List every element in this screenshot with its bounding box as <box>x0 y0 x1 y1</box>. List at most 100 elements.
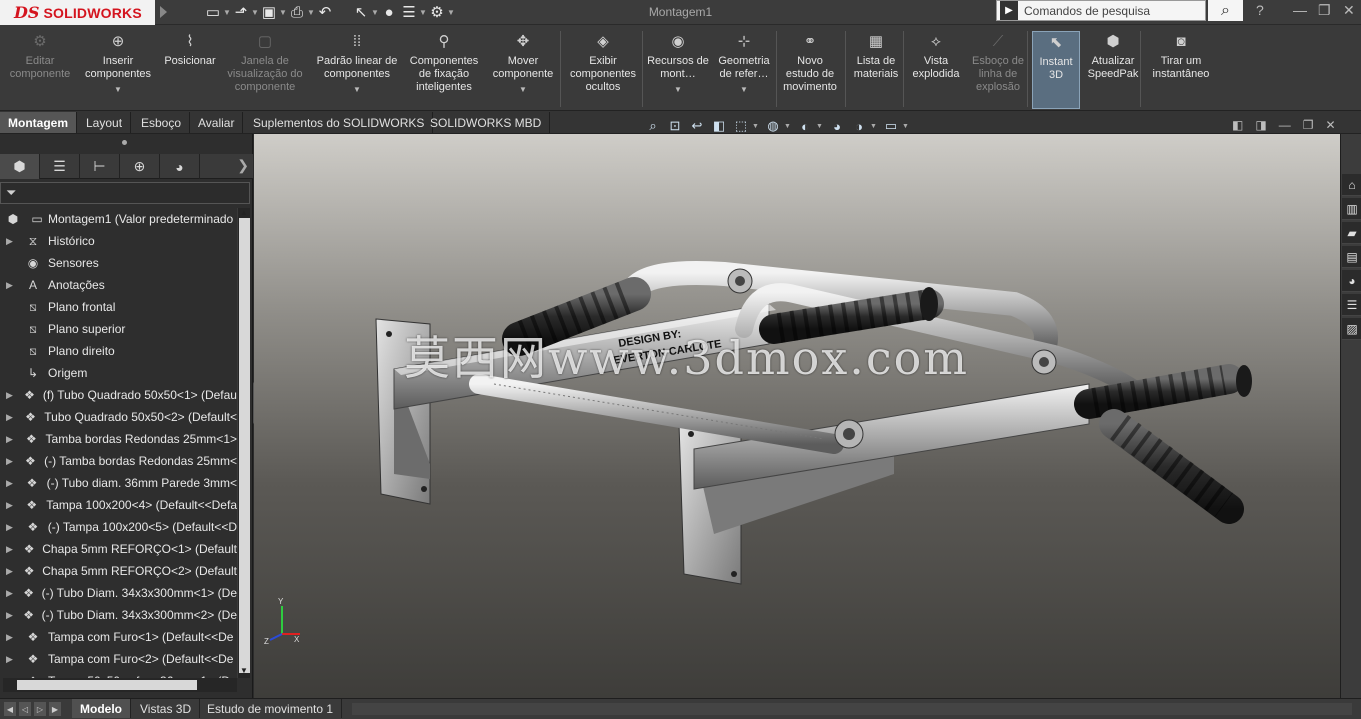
expand-arrow-icon[interactable]: ▶ <box>6 588 14 599</box>
tree-item[interactable]: ◉ Sensores <box>0 252 237 274</box>
tab-1[interactable]: Layout <box>78 112 132 133</box>
panel-left-icon[interactable]: ◧ <box>1232 118 1243 132</box>
bottom-tab-0[interactable]: Modelo <box>72 699 131 718</box>
dropdown-caret-icon[interactable]: ▼ <box>816 123 826 130</box>
last-tab-icon[interactable]: ▶ <box>49 702 61 716</box>
dropdown-caret-icon[interactable]: ▼ <box>371 8 379 17</box>
hscroll-thumb[interactable] <box>17 680 197 690</box>
dropdown-caret-icon[interactable]: ▼ <box>251 8 259 17</box>
dropdown-caret-icon[interactable]: ▼ <box>419 8 427 17</box>
exploded-view-button[interactable]: ⟡ Vista explodida <box>906 31 966 109</box>
tree-horizontal-scrollbar[interactable] <box>3 678 237 692</box>
view-palette-icon[interactable]: ▤ <box>1342 246 1361 268</box>
tab-4[interactable]: Suplementos do SOLIDWORKS <box>245 112 434 133</box>
undo-icon[interactable]: ↶ <box>315 2 335 22</box>
bottom-tab-2[interactable]: Estudo de movimento 1 <box>199 699 343 718</box>
tree-item[interactable]: ▶ ❖ Tampa 100x200<4> (Default<<Defa <box>0 494 237 516</box>
tree-item[interactable]: ▶ ❖ (-) Tamba bordas Redondas 25mm< <box>0 450 237 472</box>
scroll-up-icon[interactable]: ▲ <box>240 208 248 217</box>
dropdown-caret-icon[interactable]: ▼ <box>740 83 748 96</box>
tree-item[interactable]: ⧅ Plano frontal <box>0 296 237 318</box>
dropdown-caret-icon[interactable]: ▼ <box>114 83 122 96</box>
configuration-manager-tab[interactable]: ⊢ <box>80 154 120 179</box>
reference-geometry-button[interactable]: ⊹ Geometria de refer… ▼ <box>712 31 776 109</box>
tree-item[interactable]: ▶ ❖ Tampa com Furo<2> (Default<<De <box>0 648 237 670</box>
help-icon[interactable]: ? <box>1256 2 1264 18</box>
bottom-tab-1[interactable]: Vistas 3D <box>132 699 201 718</box>
edit-component-button[interactable]: ⚙ Editar componente <box>4 31 76 109</box>
dropdown-caret-icon[interactable]: ▼ <box>353 83 361 96</box>
expand-arrow-icon[interactable]: ▶ <box>6 544 14 555</box>
design-library-icon[interactable]: ▥ <box>1342 198 1361 220</box>
dropdown-caret-icon[interactable]: ▼ <box>447 8 455 17</box>
hide-show-items-icon[interactable]: ◐ <box>794 117 816 135</box>
tree-item[interactable]: ▶ ❖ Chapa 5mm REFORÇO<1> (Default <box>0 538 237 560</box>
rebuild-icon[interactable]: ● <box>379 2 399 22</box>
tree-root-assembly[interactable]: ⬢ ▭ Montagem1 (Valor predeterminado <box>0 208 237 230</box>
forum-icon[interactable]: ▨ <box>1342 318 1361 340</box>
instant-3d-button[interactable]: ⬉ Instant 3D <box>1032 31 1080 109</box>
dropdown-caret-icon[interactable]: ▼ <box>870 123 880 130</box>
open-icon[interactable]: ⬏ <box>231 2 251 22</box>
graphics-area[interactable]: DESIGN BY: EVERTON CARLOTE 莫西网www.3dmox.… <box>254 134 1340 698</box>
save-icon[interactable]: ▣ <box>259 2 279 22</box>
panel-splitter-handle[interactable] <box>122 140 127 145</box>
tree-item[interactable]: ▶ ❖ Tubo Quadrado 50x50<2> (Default< <box>0 406 237 428</box>
insert-components-button[interactable]: ⊕ Inserir componentes ▼ <box>80 31 156 109</box>
print-icon[interactable]: ⎙ <box>287 2 307 22</box>
move-component-button[interactable]: ✥ Mover componente ▼ <box>492 31 554 109</box>
viewport-close-icon[interactable]: ✕ <box>1325 118 1335 132</box>
dropdown-caret-icon[interactable]: ▼ <box>307 8 315 17</box>
tree-item[interactable]: ⧅ Plano direito <box>0 340 237 362</box>
next-tab-icon[interactable]: ▷ <box>34 702 46 716</box>
dropdown-caret-icon[interactable]: ▼ <box>519 83 527 96</box>
menu-expand-arrow-icon[interactable] <box>160 6 167 18</box>
bottom-scrollbar[interactable] <box>352 703 1352 715</box>
display-manager-tab[interactable]: ◕ <box>160 154 200 179</box>
first-tab-icon[interactable]: ◀ <box>4 702 16 716</box>
section-view-icon[interactable]: ◧ <box>708 117 730 135</box>
scroll-thumb[interactable] <box>239 218 250 673</box>
apply-scene-icon[interactable]: ◑ <box>848 117 870 135</box>
display-style-icon[interactable]: ◍ <box>762 117 784 135</box>
tree-item[interactable]: ▶ ⧖ Histórico <box>0 230 237 252</box>
new-document-icon[interactable]: ▭ <box>203 2 223 22</box>
scroll-down-icon[interactable]: ▼ <box>240 666 248 675</box>
expand-arrow-icon[interactable]: ▶ <box>6 522 16 533</box>
property-manager-tab[interactable]: ☰ <box>40 154 80 179</box>
expand-arrow-icon[interactable]: ▶ <box>6 390 14 401</box>
new-motion-study-button[interactable]: ⚭ Novo estudo de movimento <box>780 31 840 109</box>
update-speedpak-button[interactable]: ⬢ Atualizar SpeedPak <box>1084 31 1142 109</box>
edit-appearance-icon[interactable]: ◕ <box>826 117 848 135</box>
expand-arrow-icon[interactable]: ▶ <box>6 478 16 489</box>
show-hidden-components-button[interactable]: ◈ Exibir componentes ocultos <box>564 31 642 109</box>
expand-arrow-icon[interactable]: ▶ <box>6 566 14 577</box>
dropdown-caret-icon[interactable]: ▼ <box>752 123 762 130</box>
assembly-features-button[interactable]: ◉ Recursos de mont… ▼ <box>646 31 710 109</box>
tab-0[interactable]: Montagem <box>0 112 77 133</box>
appearances-scenes-icon[interactable]: ◕ <box>1342 270 1361 292</box>
solidworks-resources-icon[interactable]: ⌂ <box>1342 174 1361 196</box>
dropdown-caret-icon[interactable]: ▼ <box>674 83 682 96</box>
expand-arrow-icon[interactable]: ▶ <box>6 434 15 445</box>
tab-2[interactable]: Esboço <box>133 112 191 133</box>
smart-fasteners-button[interactable]: ⚲ Componentes de fixação inteligentes <box>403 31 485 109</box>
select-arrow-icon[interactable]: ↖ <box>351 2 371 22</box>
expand-arrow-icon[interactable]: ▶ <box>6 236 16 247</box>
tab-3[interactable]: Avaliar <box>190 112 244 133</box>
tree-item[interactable]: ▶ ❖ (f) Tubo Quadrado 50x50<1> (Defau <box>0 384 237 406</box>
expand-arrow-icon[interactable]: ▶ <box>6 500 15 511</box>
dropdown-caret-icon[interactable]: ▼ <box>223 8 231 17</box>
pullup-bar-3d-model[interactable]: DESIGN BY: EVERTON CARLOTE <box>254 134 1340 698</box>
tree-item[interactable]: ⧅ Plano superior <box>0 318 237 340</box>
custom-properties-icon[interactable]: ☰ <box>1342 294 1361 316</box>
tree-item[interactable]: ↳ Origem <box>0 362 237 384</box>
panel-right-icon[interactable]: ◨ <box>1255 118 1266 132</box>
viewport-restore-icon[interactable]: ❐ <box>1303 118 1314 132</box>
dropdown-caret-icon[interactable]: ▼ <box>784 123 794 130</box>
view-settings-icon[interactable]: ▭ <box>880 117 902 135</box>
bill-of-materials-button[interactable]: ▦ Lista de materiais <box>848 31 904 109</box>
mate-button[interactable]: ⌇ Posicionar <box>160 31 220 109</box>
solidworks-logo[interactable]: DS SOLIDWORKS <box>0 0 155 25</box>
tree-item[interactable]: ▶❖Tampa 50x50 c. furo 36mm<1> (De <box>0 670 237 678</box>
